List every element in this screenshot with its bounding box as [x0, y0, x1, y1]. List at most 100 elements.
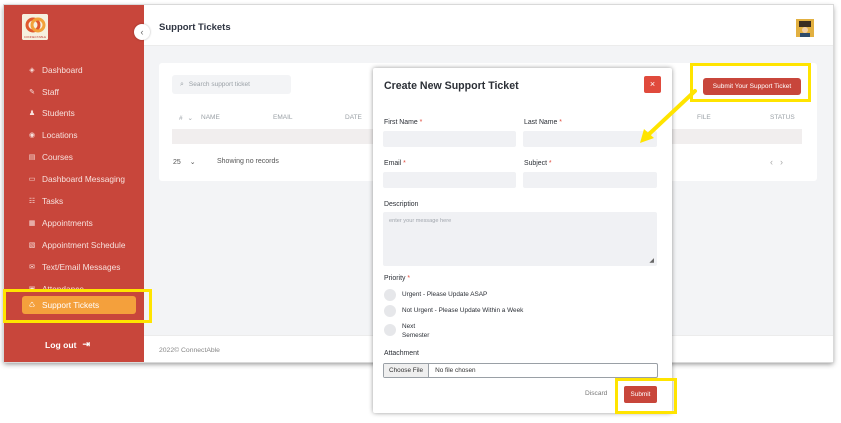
sidebar-item-label: Dashboard: [42, 65, 83, 75]
search-icon: ⌕: [180, 80, 184, 88]
brand-text: CONNECTABLE: [24, 35, 46, 39]
message-icon: ▭: [28, 176, 36, 183]
students-icon: ♟: [28, 110, 36, 117]
sidebar-item-staff[interactable]: ✎ Staff: [28, 84, 59, 100]
priority-next-semester-radio[interactable]: [384, 324, 396, 336]
sidebar-item-label: Appointment Schedule: [42, 240, 126, 250]
sidebar-item-text-email-messages[interactable]: ✉ Text/Email Messages: [28, 259, 120, 275]
logout-button[interactable]: Log out ⇥: [45, 339, 90, 350]
logout-label: Log out: [45, 339, 77, 350]
column-number[interactable]: # ⌄: [179, 114, 193, 122]
attachment-file-input[interactable]: Choose File No file chosen: [383, 363, 658, 378]
sidebar-item-label: Text/Email Messages: [42, 262, 121, 272]
priority-not-urgent-radio[interactable]: [384, 305, 396, 317]
choose-file-button[interactable]: Choose File: [384, 364, 430, 377]
connectable-logo-icon: CONNECTABLE: [22, 14, 48, 40]
email-label-text: Email: [384, 160, 402, 167]
column-file[interactable]: FILE: [697, 114, 711, 121]
attachment-label: Attachment: [384, 350, 419, 357]
close-button[interactable]: ×: [644, 76, 661, 93]
page-size-select[interactable]: 25 ⌄: [173, 158, 196, 166]
page-title: Support Tickets: [159, 22, 231, 33]
priority-label-text: Priority: [384, 275, 406, 282]
mail-icon: ✉: [29, 264, 35, 271]
support-icon: ♺: [28, 302, 36, 309]
collapse-sidebar-button[interactable]: ‹: [134, 24, 150, 40]
next-semester-line2: Semester: [402, 332, 430, 339]
priority-urgent-label: Urgent - Please Update ASAP: [402, 291, 488, 298]
records-info: Showing no records: [217, 158, 279, 165]
sidebar-item-support-tickets[interactable]: ♺ Support Tickets: [28, 297, 99, 313]
subject-label-text: Subject: [524, 160, 547, 167]
location-icon: ◉: [28, 132, 36, 139]
sidebar-item-locations[interactable]: ◉ Locations: [28, 127, 78, 143]
calendar-icon: ▦: [28, 220, 36, 227]
sidebar-item-label: Staff: [42, 87, 59, 97]
page-size-value: 25: [173, 159, 181, 166]
required-marker: *: [407, 275, 411, 282]
sidebar-item-label: Locations: [42, 130, 78, 140]
chevron-down-icon: ⌄: [189, 159, 196, 166]
first-name-label-text: First Name: [384, 119, 418, 126]
last-name-field[interactable]: [523, 131, 657, 147]
sidebar-item-dashboard-messaging[interactable]: ▭ Dashboard Messaging: [28, 171, 125, 187]
sidebar-item-students[interactable]: ♟ Students: [28, 105, 75, 121]
avatar[interactable]: [796, 19, 814, 37]
sidebar-item-dashboard[interactable]: ◈ Dashboard: [28, 62, 83, 78]
close-icon: ×: [649, 79, 656, 89]
staff-icon: ✎: [29, 89, 35, 96]
logout-icon: ⇥: [82, 339, 91, 349]
top-bar: Support Tickets: [144, 5, 833, 46]
subject-field[interactable]: [523, 172, 657, 188]
column-status[interactable]: STATUS: [770, 114, 795, 121]
sidebar-item-courses[interactable]: ▤ Courses: [28, 149, 73, 165]
first-name-label: First Name *: [384, 119, 422, 126]
submit-ticket-highlight: [690, 63, 811, 102]
chevron-left-icon[interactable]: ‹: [770, 157, 780, 167]
column-email[interactable]: EMAIL: [273, 114, 293, 121]
copyright-text: 2022© ConnectAble: [159, 347, 220, 354]
courses-icon: ▤: [28, 154, 36, 161]
sidebar-item-label: Appointments: [42, 218, 93, 228]
sidebar-item-label: Courses: [42, 152, 73, 162]
sidebar-item-appointment-schedule[interactable]: ▧ Appointment Schedule: [28, 237, 126, 253]
submit-highlight: [615, 378, 677, 414]
tasks-icon: ☷: [28, 198, 36, 205]
schedule-icon: ▧: [28, 242, 36, 249]
last-name-label-text: Last Name: [524, 119, 558, 126]
brand-logo[interactable]: CONNECTABLE: [22, 14, 48, 40]
subject-label: Subject *: [524, 160, 552, 167]
create-ticket-modal: Create New Support Ticket × First Name *…: [373, 68, 672, 413]
chevron-down-icon: ⌄: [187, 115, 193, 122]
description-textarea[interactable]: enter your message here ◢: [383, 212, 657, 266]
priority-urgent-radio[interactable]: [384, 289, 396, 301]
column-name[interactable]: NAME: [201, 114, 220, 121]
sidebar-item-label: Dashboard Messaging: [42, 174, 126, 184]
chevron-left-icon: ‹: [140, 27, 144, 37]
description-placeholder: enter your message here: [389, 218, 452, 224]
screenshot-stage: CONNECTABLE ◈ Dashboard ✎ Staff ♟ Students ◉ Lo…: [0, 0, 841, 423]
user-avatar-icon: [796, 19, 814, 37]
resize-handle-icon[interactable]: ◢: [649, 257, 654, 264]
sidebar-item-tasks[interactable]: ☷ Tasks: [28, 193, 63, 209]
priority-not-urgent-label: Not Urgent - Please Update Within a Week: [402, 307, 524, 314]
email-label: Email *: [384, 160, 406, 167]
column-date[interactable]: DATE: [345, 114, 362, 121]
last-name-label: Last Name *: [524, 119, 562, 126]
file-status-text: No file chosen: [435, 367, 476, 374]
priority-next-semester-label: Next Semester: [402, 322, 429, 340]
first-name-field[interactable]: [383, 131, 516, 147]
sidebar-item-appointments[interactable]: ▦ Appointments: [28, 215, 93, 231]
sidebar-item-label: Tasks: [42, 196, 64, 206]
required-marker: *: [419, 119, 423, 126]
required-marker: *: [559, 119, 562, 126]
discard-button[interactable]: Discard: [585, 390, 607, 397]
sidebar-item-label: Support Tickets: [42, 300, 100, 310]
sidebar-item-label: Students: [42, 108, 75, 118]
chevron-right-icon[interactable]: ›: [780, 157, 790, 167]
search-input[interactable]: ⌕ Search support ticket: [172, 75, 291, 94]
modal-title: Create New Support Ticket: [384, 80, 519, 92]
email-field[interactable]: [383, 172, 516, 188]
pagination: ‹›: [770, 157, 790, 167]
search-placeholder: Search support ticket: [188, 81, 250, 88]
